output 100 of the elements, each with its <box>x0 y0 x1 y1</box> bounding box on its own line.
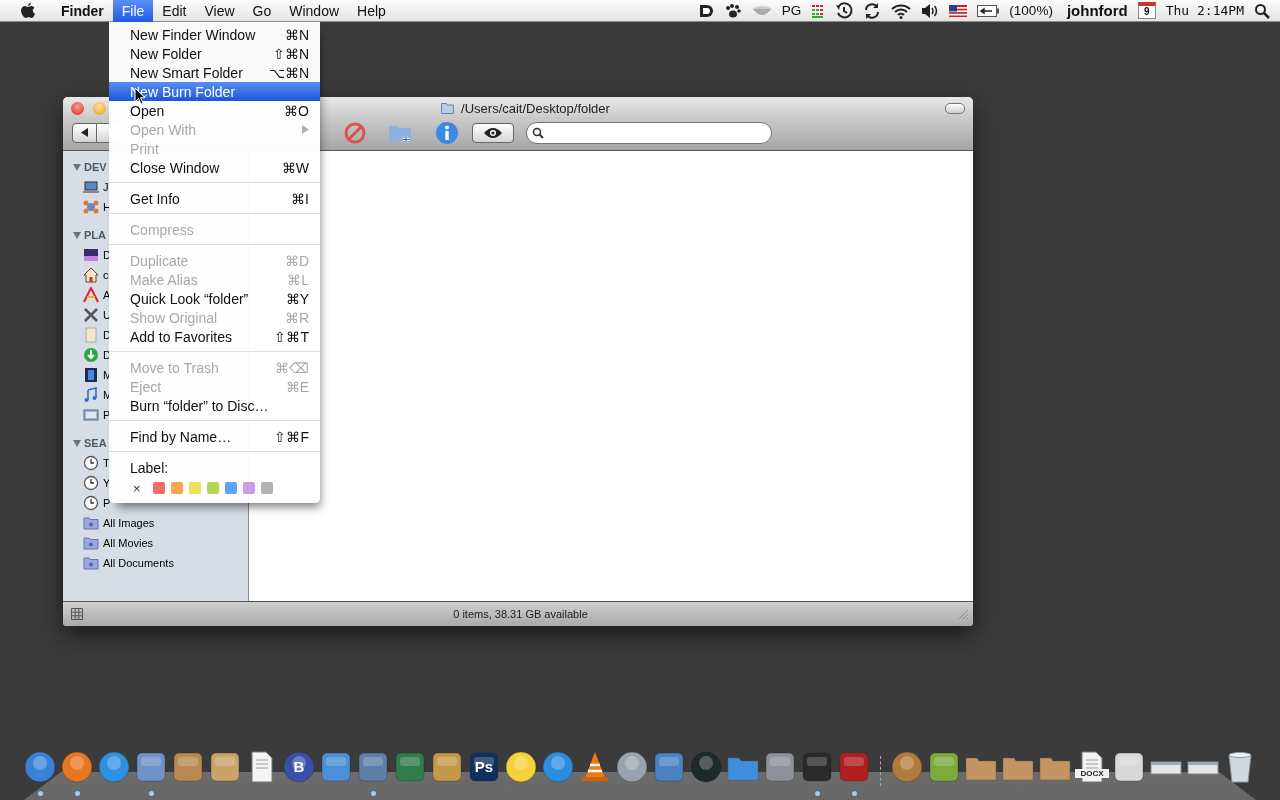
search-field[interactable] <box>526 121 772 144</box>
clear-label-button[interactable]: × <box>133 480 141 496</box>
smart-folder-icon <box>83 515 99 531</box>
dock-item[interactable]: Ps <box>467 750 501 784</box>
disclosure-icon[interactable] <box>73 163 81 171</box>
sidebar-item[interactable]: U <box>103 309 111 321</box>
sidebar-item[interactable]: H <box>103 201 111 213</box>
app-icon <box>282 750 316 784</box>
menu-title[interactable]: File <box>112 0 154 22</box>
status-text[interactable]: PG <box>781 3 802 18</box>
sidebar-item[interactable]: c <box>103 269 109 281</box>
menu-item[interactable]: Find by Name… ⇧⌘F <box>109 427 320 446</box>
apps-icon <box>83 287 99 303</box>
menu-item[interactable]: Add to Favorites ⇧⌘T <box>109 327 320 346</box>
search-icon[interactable] <box>1254 2 1270 19</box>
menu-title[interactable]: Window <box>280 0 349 22</box>
quick-look-button[interactable] <box>472 122 514 143</box>
dock-item[interactable]: B <box>282 750 316 784</box>
menu-item[interactable]: New Smart Folder ⌥⌘N <box>109 63 320 82</box>
menu-heading: Label: <box>130 459 169 476</box>
app-icon <box>837 750 871 784</box>
toolbar-toggle-button[interactable] <box>945 102 965 114</box>
menu-title[interactable]: Go <box>243 0 281 22</box>
sidebar-item[interactable]: D <box>103 249 111 261</box>
app-icon <box>615 750 649 784</box>
battery-icon[interactable] <box>977 4 1000 17</box>
dock-item[interactable] <box>615 750 649 784</box>
sidebar-item[interactable]: D <box>103 329 111 341</box>
label-swatch[interactable] <box>242 482 255 494</box>
app-icon <box>393 750 427 784</box>
disclosure-icon[interactable] <box>73 439 81 447</box>
app-icon <box>319 750 353 784</box>
label-swatch[interactable] <box>188 482 201 494</box>
music-icon <box>83 387 99 403</box>
menu-item[interactable]: Get Info ⌘I <box>109 189 320 208</box>
document-icon <box>83 327 99 343</box>
disclosure-icon[interactable] <box>73 231 81 239</box>
menu-item[interactable]: Close Window ⌘W <box>109 158 320 177</box>
menu-title[interactable]: Help <box>348 0 395 22</box>
wifi-icon[interactable] <box>891 2 912 19</box>
back-button[interactable] <box>72 122 97 143</box>
app-icon <box>652 750 686 784</box>
clock-icon <box>83 475 99 491</box>
dock-item[interactable] <box>541 750 575 784</box>
resize-grip-icon[interactable] <box>958 608 969 620</box>
menu-item[interactable]: New Finder Window ⌘N <box>109 25 320 44</box>
clock-icon[interactable] <box>835 1 854 20</box>
label-swatch[interactable] <box>170 482 183 494</box>
app-menu[interactable]: Finder <box>52 0 113 22</box>
sidebar-item[interactable]: All Images <box>103 517 155 529</box>
label-swatch[interactable] <box>152 482 165 494</box>
sidebar-item[interactable]: All Documents <box>103 557 174 569</box>
sync-icon[interactable] <box>863 1 882 20</box>
dock-separator <box>880 756 881 786</box>
d-icon[interactable] <box>697 2 714 19</box>
calendar-date[interactable]: 9 <box>1137 2 1156 19</box>
search-icon <box>532 126 544 139</box>
dock-item[interactable] <box>319 750 353 784</box>
sidebar-item[interactable]: D <box>103 349 111 361</box>
label-swatch[interactable] <box>224 482 237 494</box>
sidebar-item[interactable]: A <box>103 289 111 301</box>
menu-title[interactable]: Edit <box>153 0 196 22</box>
menu-item[interactable]: Quick Look “folder” ⌘Y <box>109 289 320 308</box>
dock-item[interactable]: DOCX <box>1075 750 1109 784</box>
user-name[interactable]: johnford <box>1066 2 1128 19</box>
sidebar-item[interactable]: T <box>103 457 110 469</box>
computer-icon <box>83 179 99 195</box>
apple-icon[interactable] <box>20 1 36 20</box>
section-heading: SEA <box>84 437 107 449</box>
close-button[interactable] <box>71 101 84 115</box>
dock-item[interactable] <box>1112 750 1146 784</box>
battery-percent[interactable]: (100%) <box>1009 3 1053 18</box>
clock-text[interactable]: Thu 2:14PM <box>1165 3 1244 18</box>
network-icon <box>83 199 99 215</box>
sidebar-item[interactable]: All Movies <box>103 537 154 549</box>
smart-folder-icon <box>83 535 99 551</box>
label-swatch[interactable] <box>260 482 273 494</box>
app-icon <box>800 750 834 784</box>
back-arrow-icon <box>80 128 89 137</box>
movies-icon <box>83 367 99 383</box>
clock-icon <box>83 495 99 511</box>
label-swatch[interactable] <box>206 482 219 494</box>
paw-icon[interactable] <box>723 2 742 19</box>
flag-icon[interactable] <box>949 4 968 17</box>
section-heading: PLA <box>84 229 106 241</box>
no-sign-icon[interactable] <box>344 121 366 144</box>
info-icon[interactable] <box>435 120 459 145</box>
sidebar-item[interactable]: Y <box>103 477 111 489</box>
desktop-icon <box>83 247 99 263</box>
menu-title[interactable]: View <box>195 0 244 22</box>
home-icon <box>83 267 99 283</box>
sidebar-item[interactable]: P <box>103 409 111 421</box>
app-icon <box>1112 750 1146 784</box>
sidebar-item[interactable]: J <box>103 181 109 193</box>
speaker-icon[interactable] <box>921 2 940 19</box>
menu-item[interactable]: Open ⌘O <box>109 101 320 120</box>
menu-item[interactable]: New Folder ⇧⌘N <box>109 44 320 63</box>
meter-icon[interactable] <box>811 2 826 19</box>
grid-icon[interactable] <box>71 608 83 620</box>
sidebar-item[interactable]: P <box>103 497 111 509</box>
